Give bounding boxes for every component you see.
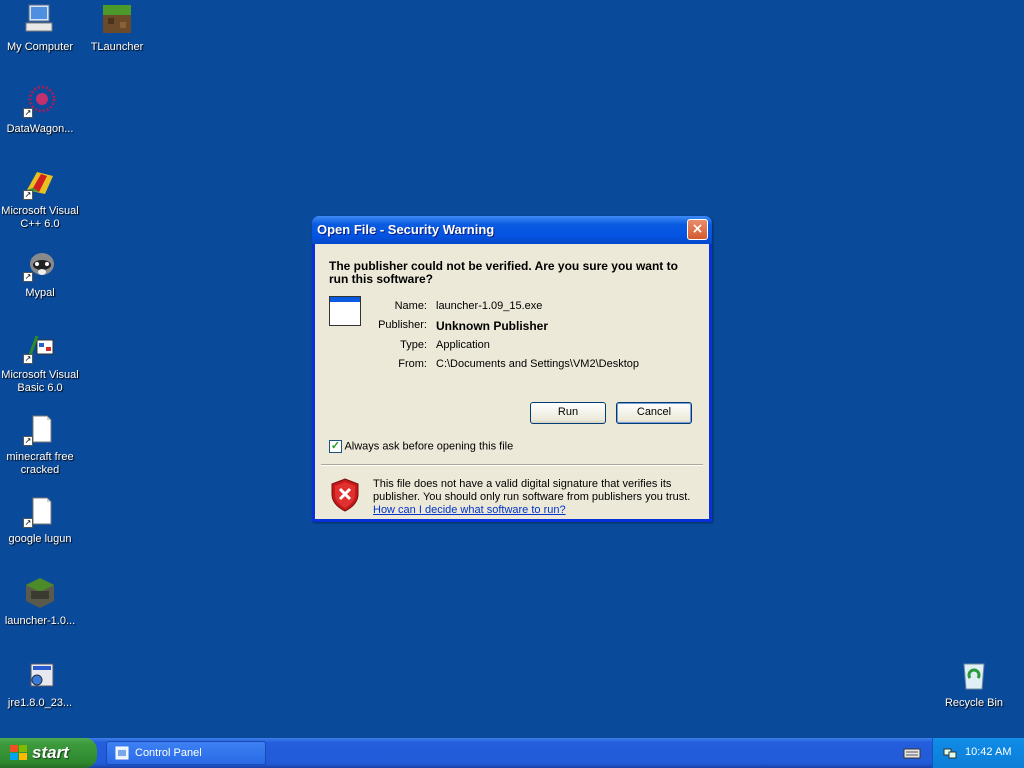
name-label: Name: [394, 300, 427, 312]
warning-message: This file does not have a valid digital … [373, 478, 703, 517]
desktop-icon-google-lugun[interactable]: ↗ google lugun [0, 494, 80, 546]
close-button[interactable]: × [687, 219, 708, 240]
desktop-icon-datawagon[interactable]: ↗ DataWagon... [0, 84, 80, 136]
from-label: From: [398, 358, 427, 370]
shortcut-arrow-icon: ↗ [23, 190, 33, 200]
start-label: start [32, 743, 69, 762]
datawagon-icon: ↗ [23, 84, 57, 118]
desktop-icon-label: My Computer [6, 41, 74, 53]
shortcut-file-icon: ↗ [23, 412, 57, 446]
tlauncher-icon [100, 2, 134, 36]
desktop: My Computer TLauncher ↗ DataWagon... ↗ M… [0, 0, 1024, 738]
dialog-body: The publisher could not be verified. Are… [315, 244, 709, 519]
security-warning-dialog: Open File - Security Warning × The publi… [312, 216, 712, 522]
betacraft-icon [23, 576, 57, 610]
dialog-title: Open File - Security Warning [317, 222, 495, 237]
visual-cpp-icon: ↗ [23, 166, 57, 200]
desktop-icon-label: Microsoft Visual C++ 6.0 [1, 205, 79, 230]
desktop-icon-label: jre1.8.0_23... [7, 697, 73, 709]
shortcut-arrow-icon: ↗ [23, 272, 33, 282]
shortcut-file-icon: ↗ [23, 494, 57, 528]
from-row: From: C:\Documents and Settings\VM2\Desk… [365, 358, 705, 372]
desktop-icon-jre[interactable]: jre1.8.0_23... [0, 658, 80, 710]
shortcut-arrow-icon: ↗ [23, 518, 33, 528]
taskbar: start Control Panel 10:42 AM [0, 738, 1024, 768]
taskbar-item-label: Control Panel [135, 747, 202, 759]
my-computer-icon [23, 2, 57, 36]
desktop-icon-tlauncher[interactable]: TLauncher [77, 2, 157, 54]
name-value: launcher-1.09_15.exe [436, 300, 543, 312]
from-value: C:\Documents and Settings\VM2\Desktop [436, 358, 639, 370]
desktop-icon-label: google lugun [8, 533, 72, 545]
type-value: Application [436, 339, 490, 351]
clock[interactable]: 10:42 AM [965, 746, 1011, 758]
desktop-icon-label: Recycle Bin [944, 697, 1004, 709]
windows-logo-icon [10, 745, 28, 761]
desktop-icon-visual-cpp[interactable]: ↗ Microsoft Visual C++ 6.0 [0, 166, 80, 231]
control-panel-icon [115, 746, 129, 760]
notification-area: 10:42 AM [932, 738, 1024, 768]
desktop-icon-label: minecraft free cracked [6, 451, 74, 476]
visual-basic-icon: ↗ [23, 330, 57, 364]
desktop-icon-label: launcher-1.0... [4, 615, 76, 627]
security-shield-icon [331, 478, 359, 512]
desktop-icon-label: Mypal [25, 287, 55, 299]
desktop-icon-label: Microsoft Visual Basic 6.0 [1, 369, 79, 394]
desktop-icon-label: TLauncher [90, 41, 144, 53]
network-icon[interactable] [943, 746, 957, 760]
recycle-bin-icon [957, 658, 991, 692]
desktop-icon-launcher[interactable]: launcher-1.0... [0, 576, 80, 628]
always-ask-checkbox[interactable]: ✓ [329, 440, 342, 453]
application-window-icon [329, 296, 361, 326]
run-button[interactable]: Run [530, 402, 606, 424]
shortcut-arrow-icon: ↗ [23, 354, 33, 364]
divider [321, 464, 703, 466]
shortcut-arrow-icon: ↗ [23, 436, 33, 446]
desktop-icon-visual-basic[interactable]: ↗ Microsoft Visual Basic 6.0 [0, 330, 80, 395]
publisher-label: Publisher: [378, 319, 427, 331]
type-row: Type: Application [365, 339, 705, 353]
desktop-icon-recycle-bin[interactable]: Recycle Bin [934, 658, 1014, 710]
publisher-row: Publisher: Unknown Publisher [365, 319, 705, 333]
verification-question: The publisher could not be verified. Are… [329, 259, 678, 286]
installer-icon [23, 658, 57, 692]
shortcut-arrow-icon: ↗ [23, 108, 33, 118]
always-ask-option[interactable]: ✓ Always ask before opening this file [329, 440, 513, 453]
desktop-icon-my-computer[interactable]: My Computer [0, 2, 80, 54]
help-link[interactable]: How can I decide what software to run? [373, 504, 566, 516]
publisher-value: Unknown Publisher [436, 319, 549, 333]
cancel-button[interactable]: Cancel [616, 402, 692, 424]
dialog-title-bar[interactable]: Open File - Security Warning × [312, 216, 712, 244]
start-button[interactable]: start [0, 738, 97, 768]
desktop-icon-label: DataWagon... [6, 123, 74, 135]
mypal-icon: ↗ [23, 248, 57, 282]
always-ask-label[interactable]: Always ask before opening this file [344, 440, 513, 452]
name-row: Name: launcher-1.09_15.exe [365, 300, 705, 314]
warning-text: This file does not have a valid digital … [373, 478, 691, 503]
keyboard-icon[interactable] [903, 746, 921, 760]
desktop-icon-mypal[interactable]: ↗ Mypal [0, 248, 80, 300]
taskbar-item-control-panel[interactable]: Control Panel [106, 741, 266, 765]
type-label: Type: [400, 339, 427, 351]
desktop-icon-minecraft-free-cracked[interactable]: ↗ minecraft free cracked [0, 412, 80, 477]
